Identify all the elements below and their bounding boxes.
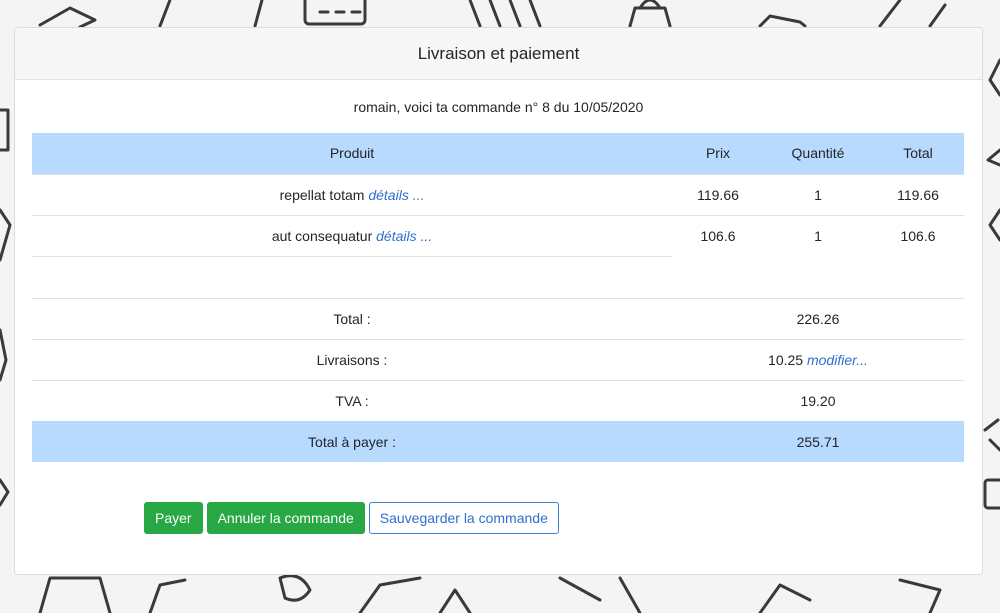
product-details-link[interactable]: détails ... xyxy=(368,187,424,203)
table-row: aut consequatur détails ... 106.6 1 106.… xyxy=(32,214,964,256)
order-table: Produit Prix Quantité Total repellat tot… xyxy=(32,133,964,462)
column-header-quantity: Quantité xyxy=(764,133,872,174)
spacer-row xyxy=(32,255,964,298)
table-row: repellat totam détails ... 119.66 1 119.… xyxy=(32,173,964,215)
line-total-cell: 119.66 xyxy=(872,173,964,215)
price-cell: 106.6 xyxy=(672,214,764,256)
summary-tva-value: 19.20 xyxy=(672,379,964,421)
ticket-icon xyxy=(878,0,947,28)
modify-shipping-link[interactable]: modifier... xyxy=(807,352,868,368)
tag-icon xyxy=(253,0,264,28)
tag-icon xyxy=(158,0,172,28)
product-details-link[interactable]: détails ... xyxy=(376,228,432,244)
box-icon xyxy=(988,58,1000,97)
summary-shipping-row: Livraisons : 10.25 modifier... xyxy=(32,338,964,380)
price-cell: 119.66 xyxy=(672,173,764,215)
tag-icon xyxy=(148,578,187,613)
save-order-button[interactable]: Sauvegarder la commande xyxy=(368,502,559,534)
summary-to-pay-row: Total à payer : 255.71 xyxy=(32,421,964,462)
table-header-row: Produit Prix Quantité Total xyxy=(32,133,964,174)
card-icon xyxy=(0,108,10,152)
box-icon xyxy=(758,14,807,28)
card-icon xyxy=(988,208,1000,242)
phone-icon xyxy=(0,208,12,262)
shopping-bag-icon xyxy=(628,0,672,28)
line-total-cell: 106.6 xyxy=(872,214,964,256)
checkout-card: Livraison et paiement romain, voici ta c… xyxy=(14,27,983,575)
summary-total-value: 226.26 xyxy=(672,297,964,339)
receipt-icon xyxy=(0,328,8,382)
summary-tva-label: TVA : xyxy=(32,379,672,421)
summary-total-label: Total : xyxy=(32,297,672,339)
column-header-total: Total xyxy=(872,133,964,174)
product-cell: repellat totam détails ... xyxy=(32,173,672,215)
summary-to-pay-value: 255.71 xyxy=(672,421,964,462)
product-name: repellat totam xyxy=(279,186,369,203)
column-header-product: Produit xyxy=(32,133,672,174)
card-icon xyxy=(358,576,422,613)
cart-icon xyxy=(758,583,812,613)
summary-shipping-cell: 10.25 modifier... xyxy=(672,338,964,380)
tag-icon xyxy=(986,148,1000,167)
action-bar: Payer Annuler la commande Sauvegarder la… xyxy=(144,502,559,534)
coin-icon xyxy=(983,418,1000,452)
product-name: aut consequatur xyxy=(271,227,377,244)
product-cell: aut consequatur détails ... xyxy=(32,214,672,256)
page-title: Livraison et paiement xyxy=(417,43,580,63)
summary-shipping-label: Livraisons : xyxy=(32,338,672,380)
summary-to-pay-label: Total à payer : xyxy=(32,421,672,462)
summary-tva-row: TVA : 19.20 xyxy=(32,379,964,421)
receipt-icon xyxy=(558,576,642,613)
quantity-cell: 1 xyxy=(764,214,872,256)
summary-total-row: Total : 226.26 xyxy=(32,297,964,339)
gift-icon xyxy=(898,578,942,613)
bag-icon xyxy=(438,588,472,613)
cart-icon xyxy=(0,478,10,507)
wallet-icon xyxy=(983,478,1000,510)
barcode-icon xyxy=(468,0,542,28)
card-header: Livraison et paiement xyxy=(15,28,982,80)
mouse-icon xyxy=(278,574,312,602)
pay-button[interactable]: Payer xyxy=(144,502,203,534)
bag-icon xyxy=(38,6,97,29)
box-icon xyxy=(38,576,112,613)
order-intro: romain, voici ta commande n° 8 du 10/05/… xyxy=(353,99,644,115)
summary-shipping-value: 10.25 xyxy=(768,351,807,368)
column-header-price: Prix xyxy=(672,133,764,174)
quantity-cell: 1 xyxy=(764,173,872,215)
cancel-order-button[interactable]: Annuler la commande xyxy=(206,502,365,534)
